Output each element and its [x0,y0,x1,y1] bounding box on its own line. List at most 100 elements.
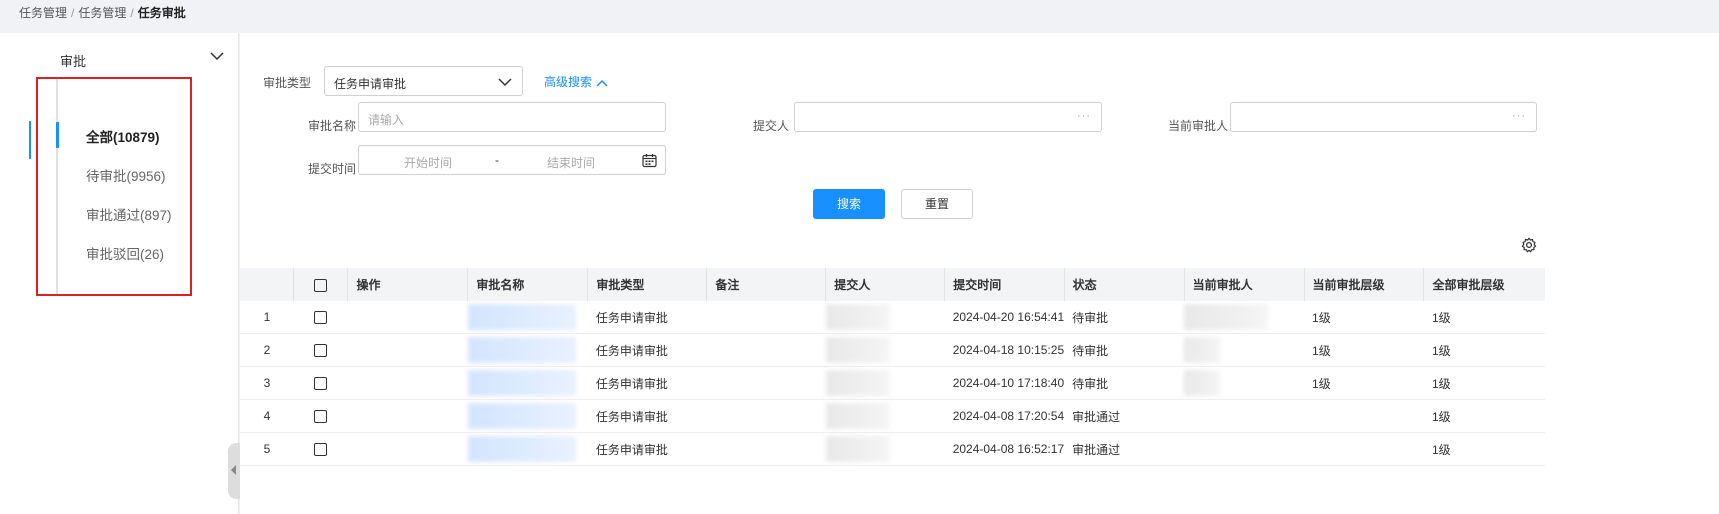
row-name[interactable] [467,333,588,367]
col-header[interactable]: 当前审批人 [1184,268,1305,301]
col-index [240,268,295,301]
redacted-submitter [825,436,890,462]
submitter-label: 提交人 [753,119,790,133]
redacted-approver [1184,370,1221,396]
row-name[interactable] [467,399,588,433]
col-header: 操作 [347,268,469,301]
row-submitter [825,399,945,433]
reset-button[interactable]: 重置 [901,189,973,219]
breadcrumb-item[interactable]: 任务管理 [19,6,67,20]
row-name[interactable] [467,432,588,466]
redacted-name [467,403,576,429]
table-row[interactable]: 1 任务申请审批 2024-04-20 16:54:41 待审批 1级 1级 [240,301,1545,334]
table-row[interactable]: 4 任务申请审批 2024-04-08 17:20:54 审批通过 1级 [240,399,1545,433]
row-index: 1 [240,301,294,334]
row-remark [706,301,826,334]
redacted-approver [1184,304,1269,330]
start-time-input[interactable]: 开始时间 [404,154,452,171]
row-checkbox[interactable] [314,410,328,424]
row-status: 待审批 [1064,366,1185,400]
row-current-level [1304,399,1424,433]
row-submitter [825,432,945,466]
row-actions [347,333,468,367]
approval-table: 操作 审批名称 审批类型 备注 提交人 提交时间 状态 当前审批人 当前审批层级… [240,268,1545,466]
row-checkbox[interactable] [314,344,328,358]
redacted-submitter [825,370,890,396]
row-type: 任务申请审批 [587,366,707,400]
collapse-handle[interactable] [228,443,240,499]
row-name[interactable] [467,366,588,400]
search-button[interactable]: 搜索 [813,189,885,219]
row-remark [706,432,826,466]
row-checkbox[interactable] [314,377,328,391]
col-header[interactable]: 当前审批层级 [1304,268,1425,301]
redacted-submitter [825,337,890,363]
col-header[interactable]: 审批名称 [467,268,589,301]
select-all-checkbox[interactable] [314,278,328,292]
row-select [293,333,348,367]
col-header[interactable]: 备注 [706,268,827,301]
breadcrumb: 任务管理 / 任务管理 / 任务审批 [19,6,186,20]
redacted-submitter [825,304,890,330]
col-header[interactable]: 全部审批层级 [1423,268,1545,301]
row-name[interactable] [467,301,588,334]
row-submitter [825,333,945,367]
row-remark [706,366,826,400]
approval-name-input[interactable]: 请输入 [358,102,666,132]
redacted-name [467,370,576,396]
col-header[interactable]: 状态 [1064,268,1185,301]
row-index: 2 [240,333,294,367]
end-time-input[interactable]: 结束时间 [547,154,595,171]
row-time: 2024-04-10 17:18:40 [944,366,1065,400]
col-header[interactable]: 提交人 [825,268,946,301]
row-checkbox[interactable] [314,443,328,457]
row-status: 待审批 [1064,301,1185,334]
row-actions [347,366,468,400]
redacted-name [467,436,576,462]
row-select [293,432,348,466]
row-total-level: 1级 [1423,301,1545,334]
row-submitter [825,366,945,400]
row-total-level: 1级 [1423,432,1545,466]
row-type: 任务申请审批 [587,333,707,367]
advanced-search-link[interactable]: 高级搜索 [544,73,608,90]
current-approver-input[interactable]: ··· [1230,102,1537,132]
chevron-down-icon[interactable] [208,47,226,65]
current-approver-label: 当前审批人 [1168,119,1229,133]
gear-icon[interactable] [1521,237,1537,253]
row-current-approver [1184,366,1305,400]
row-submitter [825,301,945,334]
breadcrumb-item[interactable]: 任务管理 [78,6,126,20]
row-actions [347,399,468,433]
row-index: 3 [240,366,294,400]
row-remark [706,333,826,367]
row-actions [347,432,468,466]
row-time: 2024-04-08 16:52:17 [944,432,1065,466]
row-current-level: 1级 [1304,301,1424,334]
table-row[interactable]: 5 任务申请审批 2024-04-08 16:52:17 审批通过 1级 [240,432,1545,466]
redacted-submitter [825,403,890,429]
submit-time-range[interactable]: 开始时间 - 结束时间 [358,145,666,175]
row-select [293,366,348,400]
col-header[interactable]: 审批类型 [587,268,708,301]
row-status: 审批通过 [1064,432,1185,466]
row-remark [706,399,826,433]
approval-type-select[interactable]: 任务申请审批 [324,66,523,96]
col-header[interactable]: 提交时间 [944,268,1065,301]
row-index: 4 [240,399,294,433]
submitter-input[interactable]: ··· [794,102,1102,132]
row-total-level: 1级 [1423,366,1545,400]
redacted-approver [1184,337,1221,363]
main-panel: 审批类型 任务申请审批 高级搜索 审批名称 请输入 提交人 ··· 当前审批人 … [240,33,1719,514]
redacted-name [467,337,576,363]
row-total-level: 1级 [1423,399,1545,433]
table-header: 操作 审批名称 审批类型 备注 提交人 提交时间 状态 当前审批人 当前审批层级… [240,268,1545,301]
row-checkbox[interactable] [314,311,328,325]
table-row[interactable]: 3 任务申请审批 2024-04-10 17:18:40 待审批 1级 1级 [240,366,1545,400]
table-row[interactable]: 2 任务申请审批 2024-04-18 10:15:25 待审批 1级 1级 [240,333,1545,367]
redacted-name [467,304,576,330]
row-time: 2024-04-20 16:54:41 [944,301,1065,334]
highlight-box [36,77,192,296]
breadcrumb-current: 任务审批 [137,6,186,20]
approval-type-label: 审批类型 [263,76,312,90]
